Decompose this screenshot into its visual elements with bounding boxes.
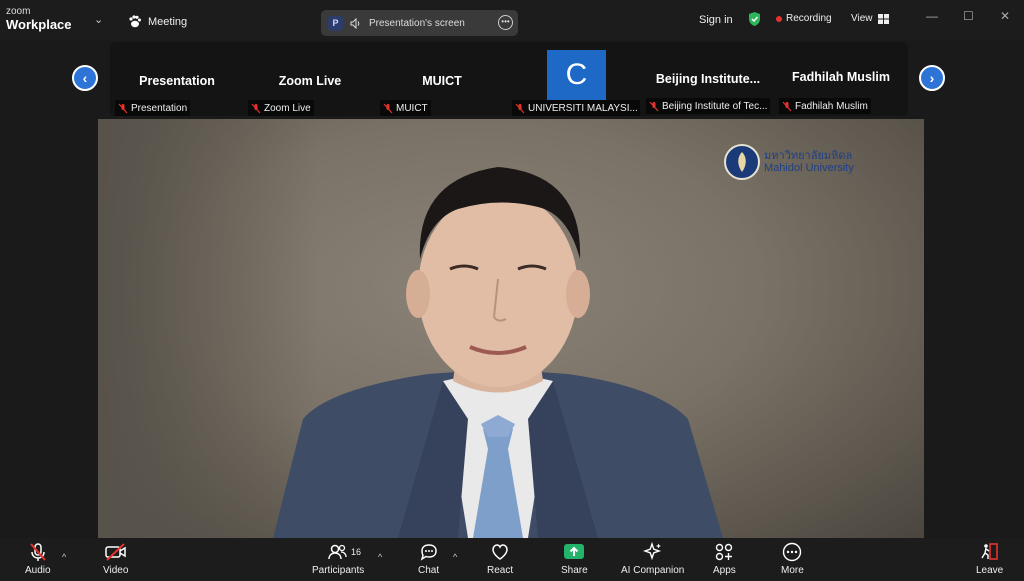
view-label: View [851,13,873,24]
participant-tile[interactable]: Beijing Institute... Beijing Institute o… [643,42,773,118]
video-label: Video [103,565,129,576]
recording-dot [776,15,782,22]
share-label: Share [561,565,588,576]
meeting-label: Meeting [148,15,188,28]
participant-name: MUICT [422,74,462,88]
view-menu[interactable]: View [851,13,889,24]
participant-name: Zoom Live [278,74,342,88]
brand-big: Workplace [6,17,72,32]
chevron-left-icon[interactable]: ‹ [72,65,98,91]
sign-in-link[interactable]: Sign in [699,14,733,26]
participant-tile[interactable]: Zoom Live Zoom Live [245,42,375,118]
ai-companion-button[interactable]: AI Companion [621,542,684,576]
video-button[interactable]: Video [103,542,128,576]
logo-text: มหาวิทยาลัยมหิดล Mahidol University [764,150,854,174]
mic-muted-icon [118,103,128,113]
participant-label-text: Zoom Live [264,102,311,114]
react-button[interactable]: React [487,542,513,576]
close-icon[interactable]: ✕ [1000,9,1010,23]
meeting-menu[interactable]: Meeting [128,15,187,28]
audio-button[interactable]: Audio [25,542,51,576]
mic-muted-icon [251,103,261,113]
participants-count: 16 [351,547,362,557]
logo-text-thai: มหาวิทยาลัยมหิดล [764,149,853,162]
chat-icon [420,544,437,561]
brand-small: zoom [6,6,31,17]
speaker-icon [350,17,360,29]
share-screen-icon [564,544,585,559]
ai-companion-label: AI Companion [621,565,685,576]
more-label: More [781,565,804,576]
chevron-up-icon[interactable]: ^ [62,552,66,562]
participant-label: Fadhilah Muslim [779,98,871,114]
participant-label-text: UNIVERSITI MALAYSI... [528,102,638,114]
mic-muted-icon [782,101,792,111]
mic-muted-icon [649,101,659,111]
maximize-icon[interactable]: ☐ [963,9,974,23]
participant-tile[interactable]: C UNIVERSITI MALAYSI... [509,42,640,118]
meeting-toolbar: Audio ^ Video Participants 16 ^ Chat ^ R… [0,538,1024,581]
chevron-up-icon[interactable]: ^ [453,552,457,562]
mic-muted-icon [30,543,46,561]
more-icon [783,542,802,562]
mic-muted-icon [383,103,393,113]
apps-label: Apps [713,565,736,576]
participant-name: Beijing Institute... [655,72,761,86]
recording-indicator[interactable]: Recording [776,13,832,24]
chat-button[interactable]: Chat [418,542,439,576]
logo-text-english: Mahidol University [764,162,854,174]
more-button[interactable]: More [781,542,804,576]
participant-label-text: MUICT [396,102,428,114]
title-bar: zoom Workplace ⌄ Meeting P Presentation'… [0,0,1024,40]
screen-pill-label: Presentation's screen [369,17,465,29]
participant-label: Zoom Live [248,100,314,116]
participant-label-text: Beijing Institute of Tec... [662,100,768,112]
apps-button[interactable]: Apps [713,542,736,576]
paw-icon [129,15,141,28]
minimize-icon[interactable]: — [926,9,938,23]
avatar: C [547,50,606,100]
speaker-video [273,167,723,538]
participant-label: Beijing Institute of Tec... [646,98,771,114]
participant-tile[interactable]: Presentation Presentation [112,42,242,118]
participant-name: Fadhilah Muslim [792,70,890,84]
main-video: มหาวิทยาลัยมหิดล Mahidol University [98,119,924,538]
chat-label: Chat [418,565,440,576]
participant-tile[interactable]: MUICT MUICT [377,42,507,118]
participants-icon [328,544,347,560]
more-options-icon[interactable]: ••• [498,15,513,30]
participant-label: UNIVERSITI MALAYSI... [512,100,640,116]
university-logo: มหาวิทยาลัยมหิดล Mahidol University [724,144,854,180]
heart-icon [492,544,508,560]
participants-label: Participants [312,565,365,576]
sparkle-icon [642,542,661,561]
shield-check-icon[interactable] [747,11,762,27]
recording-label: Recording [786,13,832,24]
chevron-up-icon[interactable]: ^ [378,552,382,562]
participant-name: Presentation [139,74,215,88]
apps-icon [716,543,733,561]
grid-view-icon [877,13,889,24]
university-seal-icon [724,144,760,180]
participant-label: MUICT [380,100,431,116]
audio-label: Audio [25,565,51,576]
share-button[interactable]: Share [561,542,588,576]
participant-label-text: Presentation [131,102,188,114]
leave-icon [981,543,998,560]
app-brand[interactable]: zoom Workplace [6,6,72,32]
leave-label: Leave [976,565,1004,576]
presentation-screen-pill[interactable]: P Presentation's screen ••• [321,10,518,36]
participant-label: Presentation [115,100,191,116]
presenter-badge: P [328,15,343,31]
video-off-icon [104,543,126,561]
leave-button[interactable]: Leave [976,542,1003,576]
participant-tile[interactable]: Fadhilah Muslim Fadhilah Muslim [776,42,906,118]
participant-label-text: Fadhilah Muslim [795,100,868,112]
react-label: React [487,565,514,576]
chevron-right-icon[interactable]: › [919,65,945,91]
chevron-down-icon[interactable]: ⌄ [94,13,103,26]
mic-muted-icon [515,103,525,113]
